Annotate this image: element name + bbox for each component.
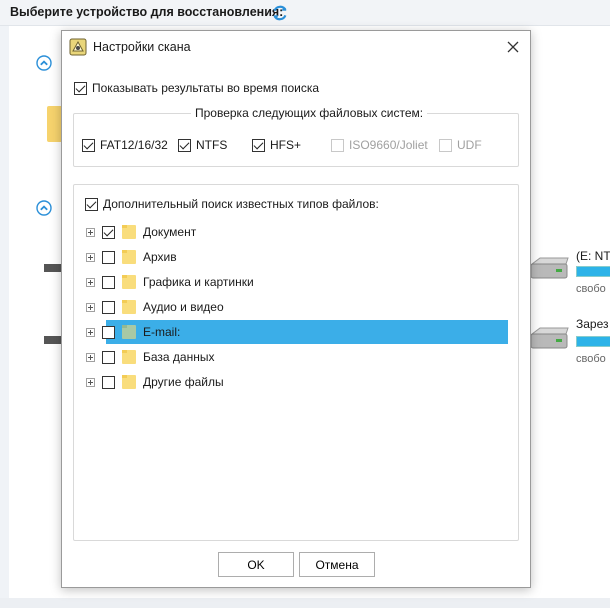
tree-item-label: Графика и картинки: [143, 275, 254, 289]
app-title: Выберите устройство для восстановления:: [10, 5, 284, 19]
fs-option-udf: UDF: [439, 138, 482, 152]
tree-item-checkbox[interactable]: [102, 375, 115, 389]
fs-label: UDF: [457, 138, 482, 152]
collapse-icon[interactable]: [36, 200, 52, 216]
folder-icon: [122, 225, 136, 239]
filetypes-header-label: Дополнительный поиск известных типов фай…: [103, 197, 379, 211]
cancel-button[interactable]: Отмена: [299, 552, 375, 577]
drive-free-label: свобо: [576, 283, 606, 295]
show-results-checkbox[interactable]: [74, 81, 87, 95]
tree-item-checkbox[interactable]: [102, 350, 115, 364]
expand-icon[interactable]: [86, 352, 95, 362]
drive-label: Зарез: [576, 317, 609, 331]
folder-icon: [122, 300, 136, 314]
close-icon[interactable]: [507, 41, 519, 53]
fs-label: NTFS: [196, 138, 228, 152]
scan-settings-icon: [69, 38, 87, 56]
tree-item-label: Аудио и видео: [143, 300, 224, 314]
left-panel-strip: [0, 26, 9, 598]
fs-checkbox[interactable]: [252, 138, 265, 152]
dialog-title: Настройки скана: [93, 40, 191, 54]
tree-item-label: База данных: [143, 350, 215, 364]
fs-checkbox: [331, 138, 344, 152]
tree-item-email[interactable]: E-mail:: [86, 320, 508, 344]
scan-settings-dialog: Настройки скана Показывать результаты во…: [61, 30, 531, 588]
tree-item-checkbox[interactable]: [102, 250, 115, 264]
show-results-option[interactable]: Показывать результаты во время поиска: [74, 81, 319, 95]
expand-icon[interactable]: [86, 277, 95, 287]
fs-option-iso9660: ISO9660/Joliet: [331, 138, 428, 152]
tree-item-checkbox[interactable]: [102, 275, 115, 289]
filesystems-legend: Проверка следующих файловых систем:: [191, 106, 428, 120]
close-button[interactable]: [500, 36, 526, 58]
expand-icon[interactable]: [86, 252, 95, 262]
tree-item-checkbox[interactable]: [102, 225, 115, 239]
filetypes-header-checkbox[interactable]: [85, 197, 98, 211]
tree-item-audio-video[interactable]: Аудио и видео: [86, 295, 508, 319]
tree-item-checkbox[interactable]: [102, 325, 115, 339]
fs-checkbox[interactable]: [178, 138, 191, 152]
expand-icon[interactable]: [86, 327, 95, 337]
fs-label: FAT12/16/32: [100, 138, 168, 152]
drive-usage-bar: [576, 336, 610, 347]
drive-label: (E: NT: [576, 249, 610, 263]
app-footer: [0, 598, 610, 608]
fs-checkbox[interactable]: [82, 138, 95, 152]
fs-option-fat[interactable]: FAT12/16/32: [82, 138, 168, 152]
tree-item-archive[interactable]: Архив: [86, 245, 508, 269]
tree-item-label: Другие файлы: [143, 375, 224, 389]
drive-icon[interactable]: [528, 326, 570, 354]
tree-item-document[interactable]: Документ: [86, 220, 508, 244]
tree-item-graphics[interactable]: Графика и картинки: [86, 270, 508, 294]
fs-label: HFS+: [270, 138, 302, 152]
folder-icon: [122, 375, 136, 389]
drive-icon[interactable]: [528, 256, 570, 284]
tree-item-other-files[interactable]: Другие файлы: [86, 370, 508, 394]
collapse-icon[interactable]: [36, 55, 52, 71]
tree-item-checkbox[interactable]: [102, 300, 115, 314]
drive-usage-bar: [576, 266, 610, 277]
app-header: Выберите устройство для восстановления:: [0, 0, 610, 26]
ok-button[interactable]: OK: [218, 552, 294, 577]
tree-item-label: Архив: [143, 250, 177, 264]
show-results-label: Показывать результаты во время поиска: [92, 81, 320, 95]
fs-option-hfs[interactable]: HFS+: [252, 138, 301, 152]
tree-item-database[interactable]: База данных: [86, 345, 508, 369]
folder-icon: [122, 325, 136, 339]
folder-icon: [122, 350, 136, 364]
fs-label: ISO9660/Joliet: [349, 138, 428, 152]
fs-option-ntfs[interactable]: NTFS: [178, 138, 227, 152]
refresh-icon[interactable]: [270, 3, 290, 23]
tree-item-label: Документ: [143, 225, 197, 239]
expand-icon[interactable]: [86, 302, 95, 312]
folder-icon: [122, 275, 136, 289]
fs-checkbox: [439, 138, 452, 152]
tree-item-label: E-mail:: [143, 325, 181, 339]
expand-icon[interactable]: [86, 377, 95, 387]
folder-icon: [122, 250, 136, 264]
filetypes-header-option[interactable]: Дополнительный поиск известных типов фай…: [85, 197, 379, 211]
drive-free-label: свобо: [576, 353, 606, 365]
expand-icon[interactable]: [86, 227, 95, 237]
